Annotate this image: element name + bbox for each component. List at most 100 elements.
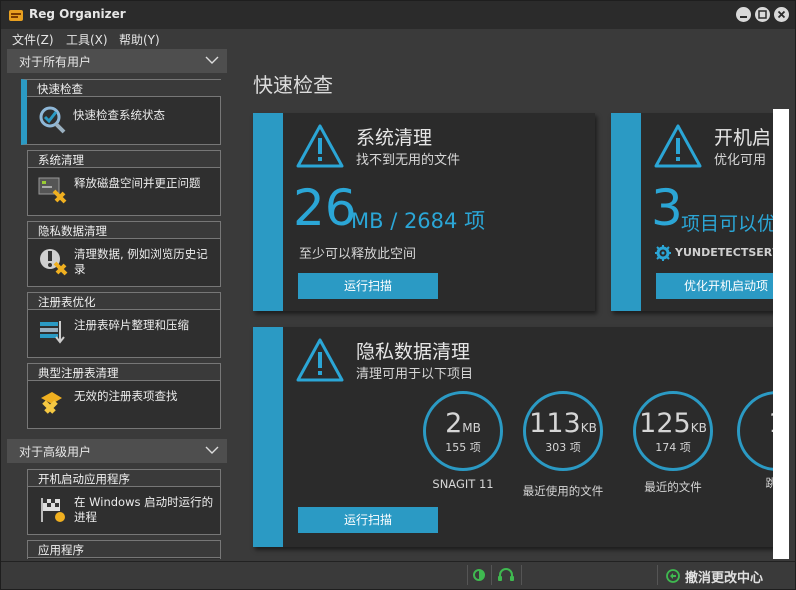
stat-label: 跳转 xyxy=(765,476,774,490)
sidebar-item-registry-clean[interactable]: 典型注册表清理 无效的注册表项查找 xyxy=(27,363,221,429)
stat-unit: KB xyxy=(690,421,707,435)
status-divider xyxy=(657,565,658,585)
stat-count: 174 项 xyxy=(655,441,691,454)
vertical-scrollbar[interactable] xyxy=(773,109,789,559)
privacy-cleanup-icon xyxy=(40,249,68,276)
panel-accent xyxy=(611,113,641,311)
startup-count-value: 3 xyxy=(651,179,683,237)
chevron-down-icon xyxy=(205,56,219,64)
stat-unit: KB xyxy=(580,421,597,435)
card-desc: 在 Windows 启动时运行的进程 xyxy=(74,495,214,524)
stat-label: SNAGIT 11 xyxy=(432,477,494,491)
section-label: 对于所有用户 xyxy=(19,55,92,69)
registry-optimize-icon xyxy=(40,321,65,344)
section-label: 对于高级用户 xyxy=(19,445,92,459)
cleanup-note: 至少可以释放此空间 xyxy=(299,247,417,262)
warning-icon xyxy=(654,124,702,168)
stat-count: 155 项 xyxy=(445,441,481,454)
startup-service-name: YUNDETECTSERVICE xyxy=(675,246,773,259)
panel-title: 开机启 xyxy=(714,127,772,149)
minimize-icon xyxy=(740,16,747,18)
card-desc: 释放磁盘空间并更正问题 xyxy=(74,176,201,190)
system-cleanup-panel: 系统清理 找不到无用的文件 26 MB / 2684 项 至少可以释放此空间 运… xyxy=(253,113,595,311)
system-cleanup-icon xyxy=(38,177,67,204)
panel-subtitle: 找不到无用的文件 xyxy=(356,153,461,168)
close-icon xyxy=(777,10,786,19)
sidebar-item-system-cleanup[interactable]: 系统清理 释放磁盘空间并更正问题 xyxy=(27,150,221,216)
warning-icon xyxy=(296,124,344,168)
undo-center-button[interactable]: 撤消更改中心 xyxy=(685,567,763,586)
card-desc: 无效的注册表项查找 xyxy=(74,389,178,403)
stat-label: 最近使用的文件 xyxy=(522,484,604,498)
registry-clean-icon xyxy=(41,392,62,414)
stat-number: 2 xyxy=(445,408,463,439)
stat-value: 1 xyxy=(740,408,773,439)
optimize-startup-button[interactable]: 优化开机启动项 xyxy=(656,273,773,299)
theme-toggle-icon[interactable] xyxy=(471,567,487,583)
stat-number: 125 xyxy=(639,408,691,439)
stat-label: 最近的文件 xyxy=(644,480,702,494)
menu-bar: 文件(Z) 工具(X) 帮助(Y) xyxy=(1,29,795,49)
card-desc: 注册表碎片整理和压缩 xyxy=(74,318,189,332)
status-divider xyxy=(491,565,492,585)
headset-support-icon[interactable] xyxy=(497,567,515,583)
card-title: 开机启动应用程序 xyxy=(28,470,220,487)
sidebar-item-privacy-cleanup[interactable]: 隐私数据清理 清理数据, 例如浏览历史记录 xyxy=(27,221,221,287)
status-divider xyxy=(521,565,522,585)
cleanup-size-value: 26 xyxy=(293,179,357,237)
app-logo-icon xyxy=(9,10,23,21)
card-title: 快速检查 xyxy=(27,80,221,97)
status-bar: 撤消更改中心 xyxy=(1,561,795,589)
privacy-stat-circle: 125KB 174 项 xyxy=(633,391,713,471)
app-window: Reg Organizer 文件(Z) 工具(X) 帮助(Y) 对于所有用户 快… xyxy=(0,0,796,590)
close-button[interactable] xyxy=(774,7,789,22)
run-scan-button[interactable]: 运行扫描 xyxy=(298,273,438,299)
panel-accent xyxy=(253,113,283,311)
card-title: 典型注册表清理 xyxy=(28,364,220,381)
quick-check-icon xyxy=(39,106,66,134)
status-divider xyxy=(467,565,468,585)
card-title: 注册表优化 xyxy=(28,293,220,310)
page-title: 快速检查 xyxy=(253,73,333,97)
panel-accent xyxy=(253,327,283,547)
panel-title: 系统清理 xyxy=(356,127,433,149)
privacy-cleanup-panel: 隐私数据清理 清理可用于以下项目 2MB 155 项 SNAGIT 11 113… xyxy=(253,327,773,547)
stat-count: 303 项 xyxy=(545,441,581,454)
title-bar[interactable]: Reg Organizer xyxy=(1,1,795,29)
warning-icon xyxy=(296,338,344,382)
menu-tools[interactable]: 工具(X) xyxy=(66,31,108,48)
privacy-stat-circle: 113KB 303 项 xyxy=(523,391,603,471)
stat-value: 2MB xyxy=(426,408,500,439)
run-scan-button[interactable]: 运行扫描 xyxy=(298,507,438,533)
startup-apps-icon xyxy=(41,498,65,522)
sidebar-item-quick-check[interactable]: 快速检查 快速检查系统状态 xyxy=(21,79,221,145)
sidebar-item-startup-apps[interactable]: 开机启动应用程序 在 Windows 启动时运行的进程 xyxy=(27,469,221,535)
window-title: Reg Organizer xyxy=(29,7,126,21)
maximize-icon xyxy=(758,10,767,19)
stat-value: 113KB xyxy=(526,408,600,439)
section-header-advanced[interactable]: 对于高级用户 xyxy=(7,439,227,463)
gear-icon xyxy=(655,245,671,261)
privacy-stat-circle: 2MB 155 项 xyxy=(423,391,503,471)
startup-count-unit: 项目可以优 xyxy=(681,213,773,235)
startup-panel: 开机启 优化可用 3 项目可以优 YUNDETECTSERVICE 优化开机启动… xyxy=(611,113,773,311)
stat-unit: MB xyxy=(462,421,481,435)
minimize-button[interactable] xyxy=(736,7,751,22)
sidebar: 对于所有用户 快速检查 快速检查系统状态 系统清理 释放磁盘空间并更正问题 隐私… xyxy=(7,49,229,559)
maximize-button[interactable] xyxy=(755,7,770,22)
undo-center-icon xyxy=(666,569,680,583)
stat-value: 125KB xyxy=(636,408,710,439)
card-title: 应用程序 xyxy=(28,541,220,558)
menu-help[interactable]: 帮助(Y) xyxy=(119,31,160,48)
sidebar-item-applications[interactable]: 应用程序 xyxy=(27,540,221,559)
panel-title: 隐私数据清理 xyxy=(356,341,471,363)
card-title: 隐私数据清理 xyxy=(28,222,220,239)
privacy-stat-circle: 1 xyxy=(737,391,773,471)
section-header-all-users[interactable]: 对于所有用户 xyxy=(7,49,227,73)
sidebar-item-registry-optimize[interactable]: 注册表优化 注册表碎片整理和压缩 xyxy=(27,292,221,358)
card-title: 系统清理 xyxy=(28,151,220,168)
panel-subtitle: 优化可用 xyxy=(714,153,767,168)
menu-file[interactable]: 文件(Z) xyxy=(12,31,54,48)
card-desc: 清理数据, 例如浏览历史记录 xyxy=(74,247,208,276)
panel-subtitle: 清理可用于以下项目 xyxy=(356,367,474,382)
